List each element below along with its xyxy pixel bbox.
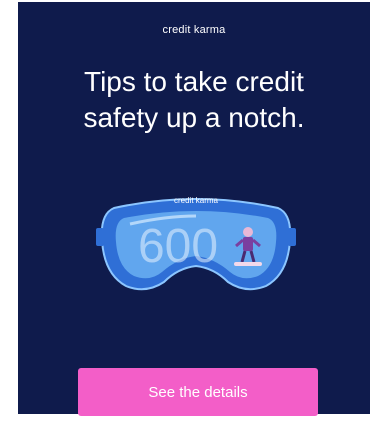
headline-line-2: safety up a notch. — [83, 102, 305, 133]
goggle-brand-text: credit karma — [174, 196, 219, 205]
ski-goggles-icon: credit karma 600 — [96, 196, 296, 291]
credit-score-number: 600 — [138, 220, 218, 273]
see-details-button[interactable]: See the details — [78, 368, 318, 416]
headline-line-1: Tips to take credit — [84, 66, 304, 97]
credit-karma-ad[interactable]: credit karma Tips to take credit safety … — [18, 2, 370, 416]
ad-headline: Tips to take credit safety up a notch. — [18, 64, 370, 136]
brand-logo: credit karma — [162, 24, 226, 36]
